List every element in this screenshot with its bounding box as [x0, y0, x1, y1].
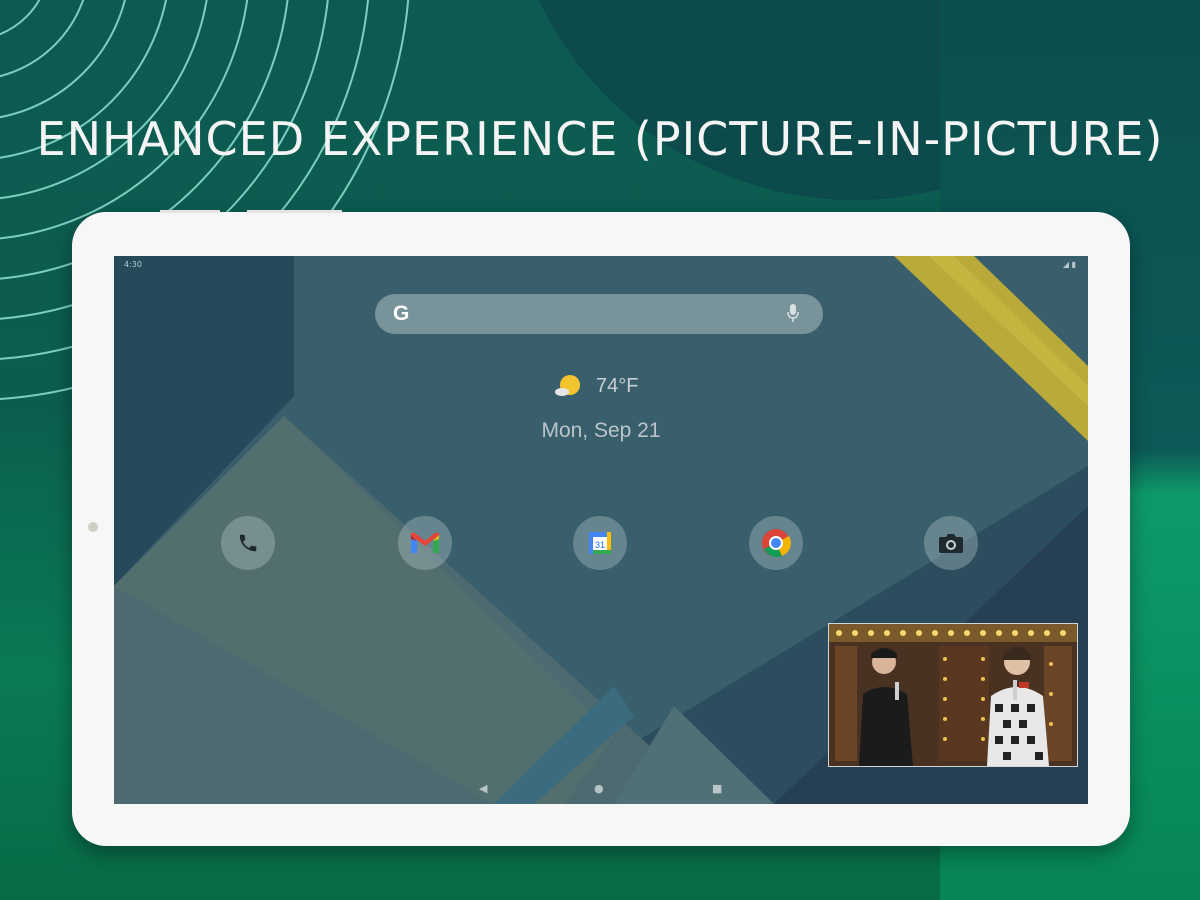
- calendar-day: 31: [595, 540, 605, 550]
- google-search-bar[interactable]: G: [375, 294, 823, 334]
- headline: ENHANCED EXPERIENCE (PICTURE-IN-PICTURE): [36, 112, 1164, 166]
- picture-in-picture-window[interactable]: [828, 623, 1078, 767]
- tablet-top-button: [160, 210, 220, 213]
- temperature: 74°F: [596, 374, 639, 397]
- camera-icon: [939, 534, 963, 553]
- google-logo: G: [393, 302, 410, 325]
- partly-sunny-icon: [555, 375, 580, 396]
- gmail-icon: [411, 533, 439, 553]
- nav-back-button[interactable]: ◀: [479, 782, 487, 795]
- app-camera[interactable]: [924, 516, 978, 570]
- app-phone[interactable]: [221, 516, 275, 570]
- calendar-icon: 31: [589, 532, 611, 554]
- tablet-screen: 4:30 ◢ ▮ G 74°F Mon, Sep 21 31 ◀ ● ■: [114, 256, 1088, 804]
- date-text[interactable]: Mon, Sep 21: [114, 419, 1088, 443]
- mic-icon[interactable]: [787, 304, 799, 322]
- app-gmail[interactable]: [398, 516, 452, 570]
- status-time: 4:30: [124, 260, 142, 269]
- app-calendar[interactable]: 31: [573, 516, 627, 570]
- nav-home-button[interactable]: ●: [594, 782, 604, 795]
- phone-icon: [239, 534, 257, 552]
- tablet-volume-button: [247, 210, 342, 213]
- front-camera: [88, 522, 98, 532]
- nav-recents-button[interactable]: ■: [712, 782, 722, 795]
- status-signal: ◢ ▮: [1062, 260, 1076, 269]
- weather-widget[interactable]: 74°F: [554, 371, 638, 401]
- chrome-icon: [762, 529, 791, 558]
- tablet-device: 4:30 ◢ ▮ G 74°F Mon, Sep 21 31 ◀ ● ■: [72, 210, 1130, 846]
- navigation-bar: ◀ ● ■: [114, 782, 1088, 804]
- app-chrome[interactable]: [749, 516, 803, 570]
- pip-video-frame: [829, 624, 1077, 766]
